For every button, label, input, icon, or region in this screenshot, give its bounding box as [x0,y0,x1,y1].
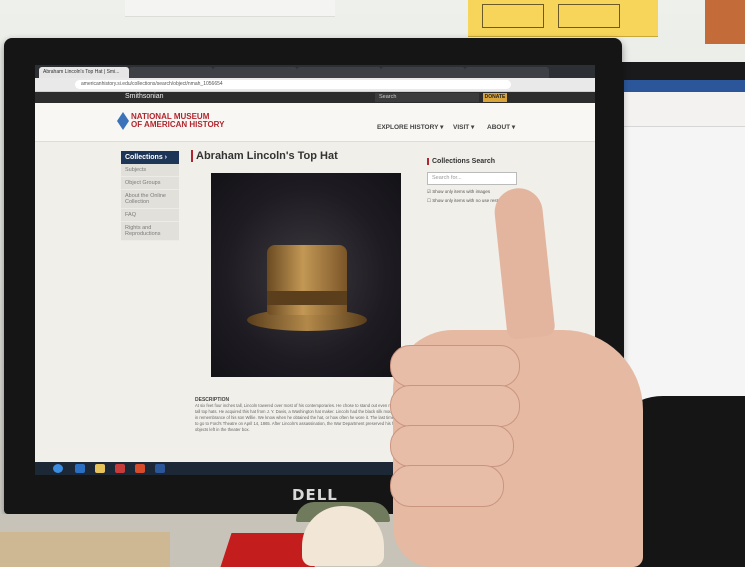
chrome-icon[interactable] [135,464,145,473]
url-field[interactable]: americanhistory.si.edu/collections/searc… [75,80,511,89]
hat-mourning-band [267,291,347,305]
images-only-label: Show only items with images [432,189,491,194]
museum-logo-text[interactable]: NATIONAL MUSEUM OF AMERICAN HISTORY [131,113,224,129]
nav-explore-history[interactable]: EXPLORE HISTORY ▾ [377,123,443,131]
sidebar-item-subjects[interactable]: Subjects [121,164,179,177]
collections-search-title: Collections Search [427,158,495,165]
browser-tab-active[interactable]: Abraham Lincoln's Top Hat | Smi... [39,67,129,78]
yellow-sketch-note [468,0,658,37]
word-document-window [624,80,745,448]
browser-tab-bar: Abraham Lincoln's Top Hat | Smi... [35,65,595,78]
top-hat-photo[interactable] [211,173,401,377]
nav-visit[interactable]: VISIT ▾ [453,123,474,131]
finger [390,465,504,507]
sidebar-heading[interactable]: Collections › [121,151,179,164]
ie-icon[interactable] [75,464,85,473]
site-search-input[interactable]: Search [375,93,479,102]
browser-tab[interactable] [381,67,465,78]
sidebar-item-rights[interactable]: Rights and Reproductions [121,222,179,241]
smithsonian-logo-text[interactable]: Smithsonian [125,93,164,100]
media-icon[interactable] [115,464,125,473]
donate-button[interactable]: DONATE [483,93,507,102]
folder-icon[interactable] [95,464,105,473]
word-ribbon-bar [624,80,745,92]
collections-search-input[interactable]: Search for... [427,172,517,185]
sketch-frame-right [558,4,620,28]
sidebar-item-faq[interactable]: FAQ [121,209,179,222]
images-only-checkbox[interactable]: ☑ Show only items with images [427,189,490,195]
sidebar-item-about[interactable]: About the Online Collection [121,190,179,209]
museum-name-line2: OF AMERICAN HISTORY [131,120,225,129]
browser-tab[interactable] [465,67,549,78]
orange-note [705,0,745,44]
browser-tab[interactable] [297,67,381,78]
word-icon[interactable] [155,464,165,473]
word-ribbon-tools [624,92,745,127]
browser-address-bar: americanhistory.si.edu/collections/searc… [35,78,595,92]
sketch-frame-left [482,4,544,28]
desk-leaf [0,532,170,567]
finger [390,385,520,427]
start-button-icon[interactable] [53,464,63,473]
page-title: Abraham Lincoln's Top Hat [191,150,338,162]
smithsonian-top-bar: Smithsonian Search DONATE [35,92,595,103]
nav-about[interactable]: ABOUT ▾ [487,123,515,131]
finger [390,425,514,467]
browser-tab[interactable] [213,67,297,78]
collections-sidebar: Collections › Subjects Object Groups Abo… [121,151,179,241]
finger [390,345,520,387]
museum-header: NATIONAL MUSEUM OF AMERICAN HISTORY EXPL… [35,103,595,142]
wall-paper [125,0,335,17]
browser-tab[interactable] [129,67,213,78]
museum-star-logo-icon[interactable] [117,112,129,130]
sidebar-item-object-groups[interactable]: Object Groups [121,177,179,190]
